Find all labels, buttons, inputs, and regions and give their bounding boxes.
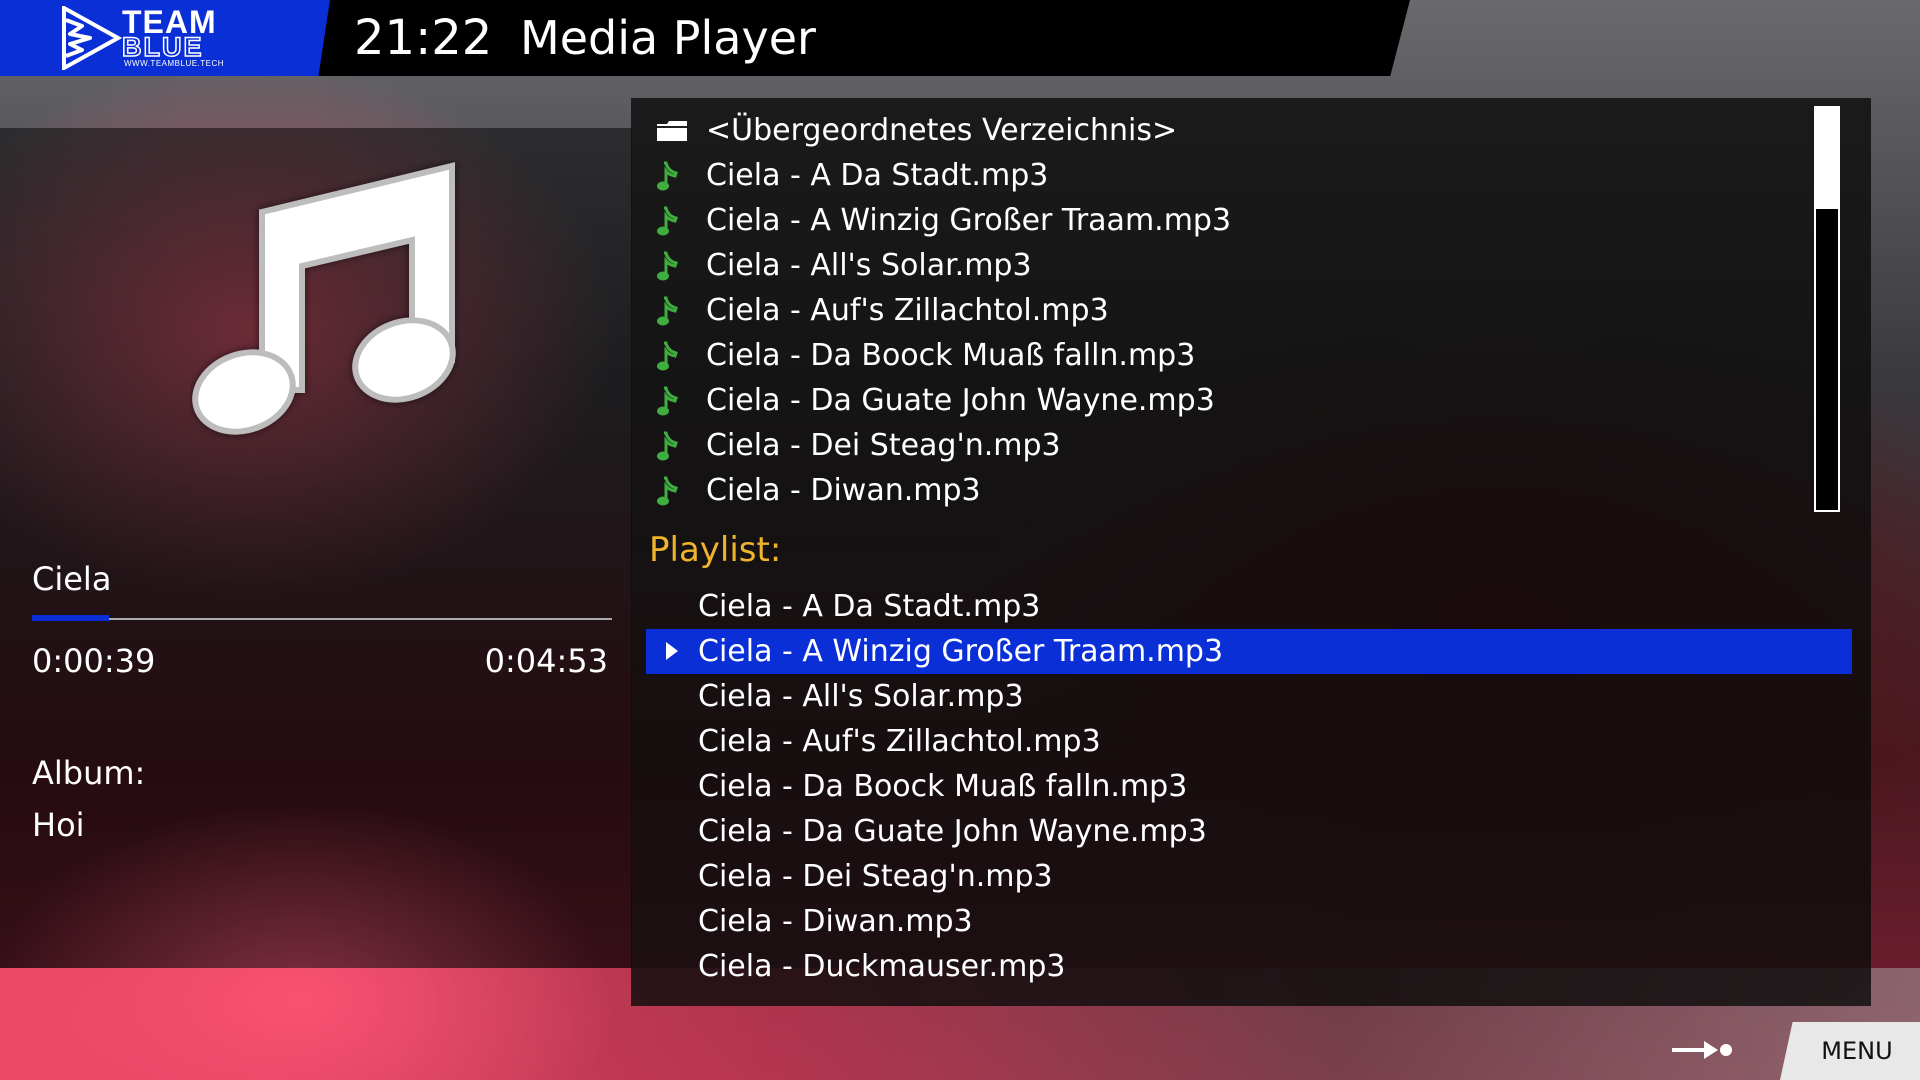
- elapsed-time: 0:00:39: [32, 642, 156, 680]
- music-file-icon: [656, 476, 706, 506]
- file-item-label: <Übergeordnetes Verzeichnis>: [706, 113, 1178, 148]
- play-triangle-icon: [666, 642, 678, 660]
- team-blue-logo-mark-icon: [62, 6, 122, 70]
- folder-icon: [656, 120, 706, 142]
- playlist-marker: [646, 584, 698, 629]
- file-item[interactable]: Ciela - All's Solar.mp3: [656, 243, 1816, 288]
- file-item-label: Ciela - A Da Stadt.mp3: [706, 158, 1049, 193]
- music-file-icon: [656, 386, 706, 416]
- playlist-marker: [646, 674, 698, 719]
- playlist-item[interactable]: Ciela - Da Boock Muaß falln.mp3: [646, 764, 1852, 809]
- playlist-item-label: Ciela - Diwan.mp3: [698, 904, 973, 939]
- file-item-label: Ciela - All's Solar.mp3: [706, 248, 1032, 283]
- playlist-item-label: Ciela - A Da Stadt.mp3: [698, 589, 1041, 624]
- file-list[interactable]: <Übergeordnetes Verzeichnis> Ciela - A D…: [656, 108, 1816, 513]
- playlist-item-label: Ciela - Da Boock Muaß falln.mp3: [698, 769, 1188, 804]
- music-file-icon: [656, 251, 706, 281]
- playlist-title: Playlist:: [649, 530, 782, 570]
- logo-url: WWW.TEAMBLUE.TECH: [124, 59, 225, 68]
- team-blue-logo: TEAM BLUE WWW.TEAMBLUE.TECH: [0, 0, 330, 76]
- file-item-label: Ciela - Dei Steag'n.mp3: [706, 428, 1061, 463]
- playlist-marker: [646, 719, 698, 764]
- playlist-item[interactable]: Ciela - Diwan.mp3: [646, 899, 1852, 944]
- music-file-icon: [656, 296, 706, 326]
- playlist-marker: [646, 809, 698, 854]
- music-file-icon: [656, 431, 706, 461]
- playlist-item-label: Ciela - Auf's Zillachtol.mp3: [698, 724, 1101, 759]
- file-item-label: Ciela - Auf's Zillachtol.mp3: [706, 293, 1109, 328]
- file-item-label: Ciela - Da Guate John Wayne.mp3: [706, 383, 1215, 418]
- file-item[interactable]: Ciela - Auf's Zillachtol.mp3: [656, 288, 1816, 333]
- arrow-right-dot-icon: [1672, 1041, 1732, 1059]
- playlist-marker: [646, 629, 698, 674]
- playlist-item-label: Ciela - All's Solar.mp3: [698, 679, 1024, 714]
- playlist-item[interactable]: Ciela - A Da Stadt.mp3: [646, 584, 1852, 629]
- file-item[interactable]: Ciela - Dei Steag'n.mp3: [656, 423, 1816, 468]
- album-value: Hoi: [32, 806, 85, 844]
- playlist-item[interactable]: Ciela - Auf's Zillachtol.mp3: [646, 719, 1852, 764]
- playlist-item[interactable]: Ciela - All's Solar.mp3: [646, 674, 1852, 719]
- album-label: Album:: [32, 754, 146, 792]
- total-time: 0:04:53: [484, 642, 608, 680]
- file-item[interactable]: Ciela - Diwan.mp3: [656, 468, 1816, 513]
- playlist-item-label: Ciela - Da Guate John Wayne.mp3: [698, 814, 1207, 849]
- menu-button[interactable]: MENU: [1780, 1022, 1920, 1080]
- music-note-icon: [192, 162, 456, 435]
- playlist-item-label: Ciela - Dei Steag'n.mp3: [698, 859, 1053, 894]
- music-file-icon: [656, 161, 706, 191]
- file-item-label: Ciela - Da Boock Muaß falln.mp3: [706, 338, 1196, 373]
- music-file-icon: [656, 206, 706, 236]
- playlist-item-label: Ciela - A Winzig Großer Traam.mp3: [698, 634, 1224, 669]
- file-item[interactable]: Ciela - A Da Stadt.mp3: [656, 153, 1816, 198]
- playlist-item-label: Ciela - Duckmauser.mp3: [698, 949, 1066, 984]
- file-item[interactable]: Ciela - Da Boock Muaß falln.mp3: [656, 333, 1816, 378]
- playlist[interactable]: Ciela - A Da Stadt.mp3 Ciela - A Winzig …: [646, 584, 1852, 989]
- file-item[interactable]: Ciela - A Winzig Großer Traam.mp3: [656, 198, 1816, 243]
- playlist-item-selected[interactable]: Ciela - A Winzig Großer Traam.mp3: [646, 629, 1852, 674]
- playlist-marker: [646, 764, 698, 809]
- file-item-label: Ciela - Diwan.mp3: [706, 473, 981, 508]
- scrollbar-thumb[interactable]: [1816, 108, 1838, 209]
- playlist-marker: [646, 944, 698, 989]
- clock: 21:22: [354, 10, 493, 66]
- menu-button-label: MENU: [1821, 1037, 1893, 1065]
- file-list-scrollbar[interactable]: [1814, 106, 1840, 512]
- file-item-label: Ciela - A Winzig Großer Traam.mp3: [706, 203, 1232, 238]
- playlist-item[interactable]: Ciela - Duckmauser.mp3: [646, 944, 1852, 989]
- playlist-marker: [646, 899, 698, 944]
- playlist-item[interactable]: Ciela - Dei Steag'n.mp3: [646, 854, 1852, 899]
- file-item-parent-directory[interactable]: <Übergeordnetes Verzeichnis>: [656, 108, 1816, 153]
- logo-text-blue: BLUE: [121, 32, 204, 62]
- progress-track: [32, 618, 612, 620]
- playlist-item[interactable]: Ciela - Da Guate John Wayne.mp3: [646, 809, 1852, 854]
- progress-fill: [32, 615, 110, 621]
- music-file-icon: [656, 341, 706, 371]
- artist-name: Ciela: [32, 560, 112, 598]
- playlist-marker: [646, 854, 698, 899]
- page-title: Media Player: [520, 11, 816, 65]
- file-item[interactable]: Ciela - Da Guate John Wayne.mp3: [656, 378, 1816, 423]
